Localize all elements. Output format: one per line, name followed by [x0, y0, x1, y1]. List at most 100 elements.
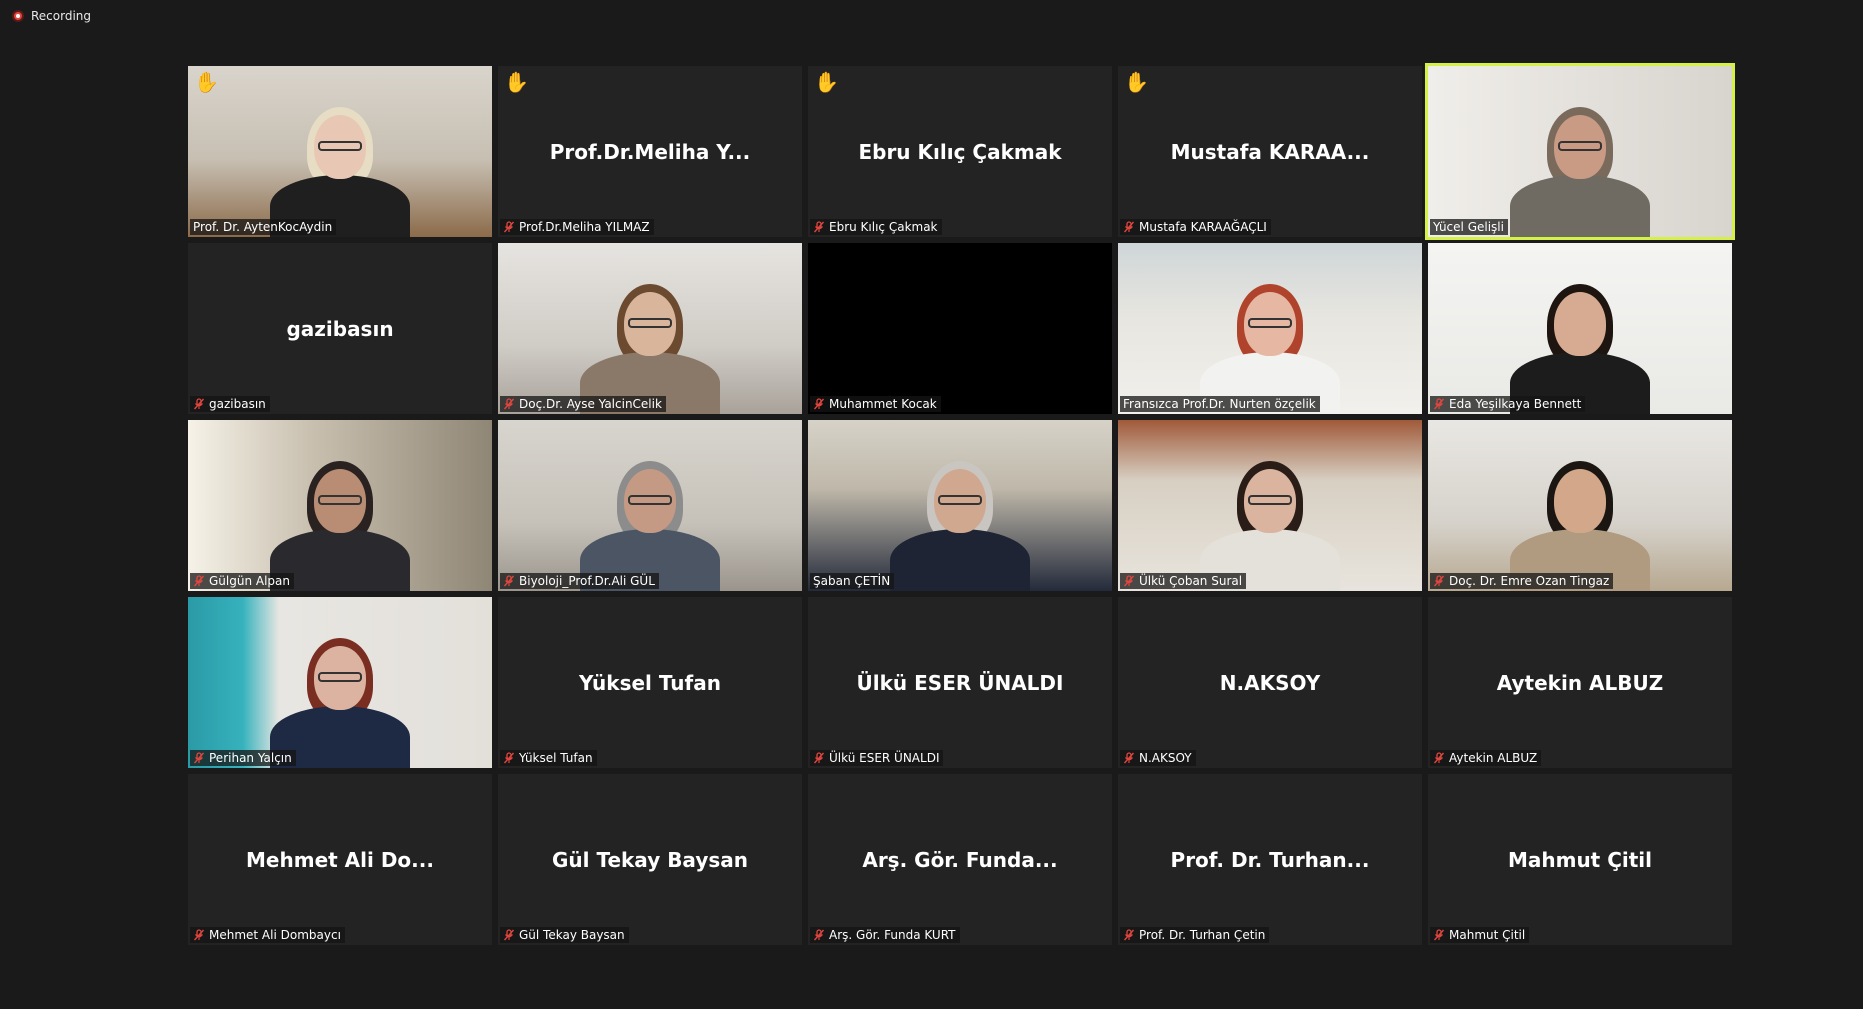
participant-name-label: Gül Tekay Baysan [500, 927, 629, 943]
participant-name-label: Perihan Yalçın [190, 750, 296, 766]
mic-muted-icon [1433, 929, 1445, 941]
participant-figure [1510, 461, 1650, 591]
participant-name-label: Şaban ÇETİN [810, 573, 895, 589]
participant-name: Biyoloji_Prof.Dr.Ali GÜL [519, 574, 655, 588]
participant-tile[interactable]: Perihan Yalçın [188, 597, 492, 768]
mic-muted-icon [193, 398, 205, 410]
participant-video [808, 420, 1112, 591]
participant-video [188, 66, 492, 237]
participant-name-label: Yüksel Tufan [500, 750, 597, 766]
participant-tile[interactable]: ✋ Prof. Dr. AytenKocAydin [188, 66, 492, 237]
participant-name-label: Arş. Gör. Funda KURT [810, 927, 960, 943]
mic-muted-icon [1433, 752, 1445, 764]
participant-tile[interactable]: Mehmet Ali Do... Mehmet Ali Dombaycı [188, 774, 492, 945]
participant-tile[interactable]: Arş. Gör. Funda... Arş. Gör. Funda KURT [808, 774, 1112, 945]
participant-tile[interactable]: Gülgün Alpan [188, 420, 492, 591]
participant-display-name: Prof. Dr. Turhan... [1170, 847, 1370, 872]
participant-tile[interactable]: Biyoloji_Prof.Dr.Ali GÜL [498, 420, 802, 591]
participant-name: Doç. Dr. Emre Ozan Tingaz [1449, 574, 1610, 588]
participant-name-label: Yücel Gelişli [1430, 219, 1508, 235]
raised-hand-icon: ✋ [504, 70, 529, 94]
raised-hand-icon: ✋ [194, 70, 219, 94]
participant-name: Prof. Dr. AytenKocAydin [193, 220, 333, 234]
participant-figure [1510, 107, 1650, 237]
participant-video [1428, 420, 1732, 591]
participant-tile[interactable]: Fransızca Prof.Dr. Nurten özçelik [1118, 243, 1422, 414]
participant-tile[interactable]: Doç.Dr. Ayse YalcinCelik [498, 243, 802, 414]
participant-figure [580, 284, 720, 414]
participant-name: Mahmut Çitil [1449, 928, 1526, 942]
participant-display-name: Yüksel Tufan [579, 670, 721, 695]
participant-name-label: Prof. Dr. AytenKocAydin [190, 219, 337, 235]
participant-tile[interactable]: Eda Yeşilkaya Bennett [1428, 243, 1732, 414]
participant-figure [270, 107, 410, 237]
participant-name: Yücel Gelişli [1433, 220, 1504, 234]
participant-video [1118, 420, 1422, 591]
participant-name: Arş. Gör. Funda KURT [829, 928, 956, 942]
raised-hand-icon: ✋ [814, 70, 839, 94]
participant-name-label: Prof. Dr. Turhan Çetin [1120, 927, 1270, 943]
mic-muted-icon [1433, 398, 1445, 410]
participant-display-name: Mahmut Çitil [1507, 847, 1653, 872]
mic-muted-icon [503, 752, 515, 764]
participant-tile[interactable]: Gül Tekay Baysan Gül Tekay Baysan [498, 774, 802, 945]
participant-tile[interactable]: Aytekin ALBUZ Aytekin ALBUZ [1428, 597, 1732, 768]
participant-display-name: Mehmet Ali Do... [246, 847, 434, 872]
participant-display-name: Ülkü ESER ÜNALDI [856, 670, 1064, 695]
mic-muted-icon [813, 752, 825, 764]
participant-figure [1200, 461, 1340, 591]
participant-tile[interactable]: Yüksel Tufan Yüksel Tufan [498, 597, 802, 768]
participant-name: Ebru Kılıç Çakmak [829, 220, 938, 234]
participant-tile[interactable]: Ülkü Çoban Sural [1118, 420, 1422, 591]
participant-name-label: Ebru Kılıç Çakmak [810, 219, 942, 235]
participant-name-label: Muhammet Kocak [810, 396, 941, 412]
participant-figure [270, 461, 410, 591]
mic-muted-icon [503, 398, 515, 410]
participant-display-name: Mustafa KARAA... [1170, 139, 1370, 164]
participant-name: Perihan Yalçın [209, 751, 292, 765]
participant-name-label: Doç. Dr. Emre Ozan Tingaz [1430, 573, 1614, 589]
participant-tile[interactable]: Prof. Dr. Turhan... Prof. Dr. Turhan Çeti… [1118, 774, 1422, 945]
mic-muted-icon [813, 398, 825, 410]
participant-figure [1200, 284, 1340, 414]
participant-name: Muhammet Kocak [829, 397, 937, 411]
participant-name-label: gazibasın [190, 396, 270, 412]
participant-name: Mehmet Ali Dombaycı [209, 928, 341, 942]
participant-tile[interactable]: Ülkü ESER ÜNALDI Ülkü ESER ÜNALDI [808, 597, 1112, 768]
participant-tile[interactable]: Ebru Kılıç Çakmak ✋ Ebru Kılıç Çakmak [808, 66, 1112, 237]
mic-muted-icon [1123, 752, 1135, 764]
participant-video [1428, 66, 1732, 237]
participant-name-label: Prof.Dr.Meliha YILMAZ [500, 219, 654, 235]
participant-tile[interactable]: gazibasın gazibasın [188, 243, 492, 414]
participant-video [188, 597, 492, 768]
participant-display-name: N.AKSOY [1219, 670, 1321, 695]
mic-muted-icon [813, 221, 825, 233]
mic-muted-icon [1433, 575, 1445, 587]
participant-tile[interactable]: Şaban ÇETİN [808, 420, 1112, 591]
participant-name: Şaban ÇETİN [813, 574, 891, 588]
participant-tile[interactable]: Mustafa KARAA... ✋ Mustafa KARAAĞAÇLI [1118, 66, 1422, 237]
participant-name: Mustafa KARAAĞAÇLI [1139, 220, 1267, 234]
participant-name-label: Ülkü Çoban Sural [1120, 573, 1247, 589]
mic-muted-icon [813, 929, 825, 941]
participant-figure [1510, 284, 1650, 414]
participant-figure [270, 638, 410, 768]
participant-tile[interactable]: Doç. Dr. Emre Ozan Tingaz [1428, 420, 1732, 591]
participant-tile[interactable]: Mahmut Çitil Mahmut Çitil [1428, 774, 1732, 945]
participant-name: gazibasın [209, 397, 266, 411]
participant-name-label: Mehmet Ali Dombaycı [190, 927, 345, 943]
participant-name: Yüksel Tufan [519, 751, 593, 765]
participant-video [808, 243, 1112, 414]
participant-display-name: Arş. Gör. Funda... [862, 847, 1058, 872]
participant-tile[interactable]: N.AKSOY N.AKSOY [1118, 597, 1422, 768]
participant-tile[interactable]: Yücel Gelişli [1425, 63, 1735, 240]
participant-tile[interactable]: Prof.Dr.Meliha Y... ✋ Prof.Dr.Meliha YILMA… [498, 66, 802, 237]
participant-name: Gülgün Alpan [209, 574, 290, 588]
participant-video [1118, 243, 1422, 414]
participant-tile[interactable]: Muhammet Kocak [808, 243, 1112, 414]
mic-muted-icon [503, 929, 515, 941]
mic-muted-icon [1123, 575, 1135, 587]
recording-icon [12, 10, 24, 22]
participant-video [188, 420, 492, 591]
participant-name: Doç.Dr. Ayse YalcinCelik [519, 397, 662, 411]
